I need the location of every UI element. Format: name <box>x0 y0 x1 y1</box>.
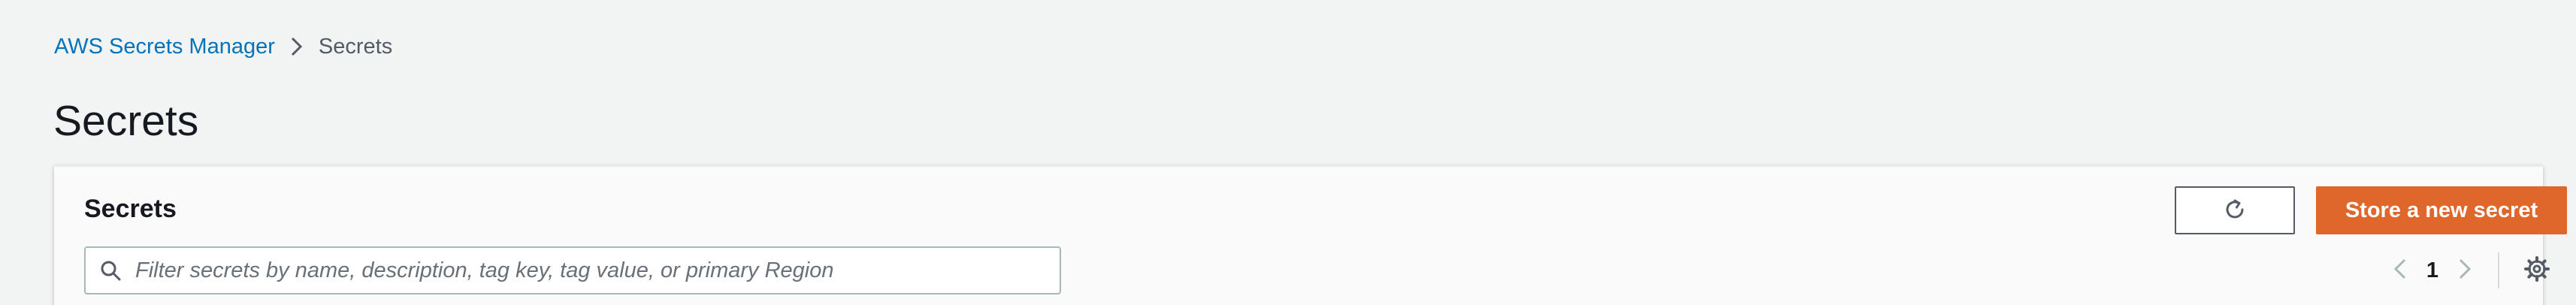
secrets-manager-page: AWS Secrets Manager Secrets Secrets Secr… <box>0 0 2576 305</box>
refresh-button[interactable] <box>2175 186 2295 234</box>
chevron-left-icon <box>2393 258 2407 284</box>
current-page-number[interactable]: 1 <box>2414 258 2451 283</box>
chevron-right-icon <box>2458 258 2472 284</box>
chevron-right-icon <box>290 36 304 57</box>
breadcrumb: AWS Secrets Manager Secrets <box>54 32 392 62</box>
page-title: Secrets <box>53 97 199 145</box>
search-field[interactable] <box>84 246 1061 294</box>
next-page-button[interactable] <box>2451 252 2478 288</box>
secrets-panel: Secrets Store a new secret <box>54 165 2567 305</box>
pagination-divider <box>2498 252 2499 288</box>
store-new-secret-button[interactable]: Store a new secret <box>2316 186 2567 234</box>
breadcrumb-current: Secrets <box>318 34 393 59</box>
panel-title: Secrets <box>84 195 177 223</box>
search-input[interactable] <box>134 249 1060 292</box>
previous-page-button[interactable] <box>2387 252 2414 288</box>
refresh-icon <box>2222 197 2248 225</box>
search-icon <box>99 259 122 282</box>
gear-icon <box>2523 255 2550 286</box>
preferences-button[interactable] <box>2522 252 2552 288</box>
pagination: 1 <box>2387 252 2552 288</box>
breadcrumb-link-secrets-manager[interactable]: AWS Secrets Manager <box>54 35 275 59</box>
